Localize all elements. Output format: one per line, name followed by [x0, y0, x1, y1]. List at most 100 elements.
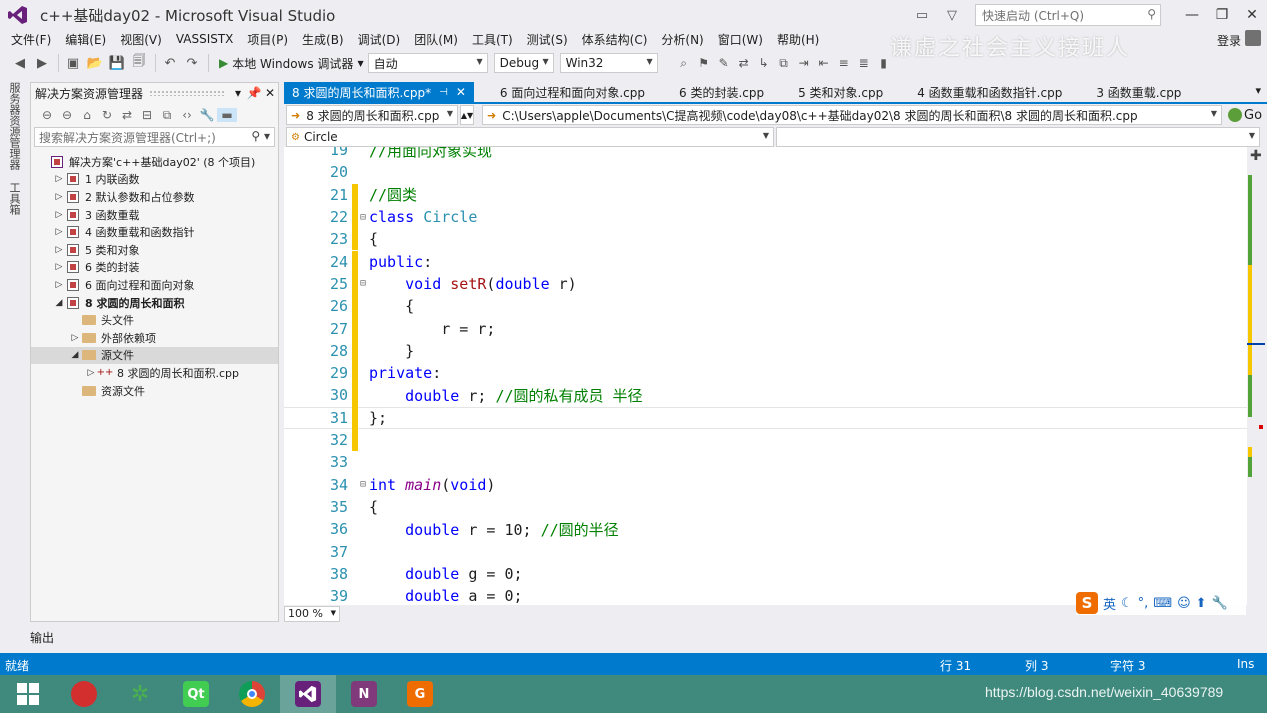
code-line[interactable]: 25 ⊟ void setR(double r) [284, 272, 1247, 296]
menu-item[interactable]: 生成(B) [295, 31, 351, 48]
taskbar-app-chrome[interactable] [224, 675, 280, 713]
indent-icon[interactable]: ⇥ [794, 56, 814, 70]
go-button[interactable]: Go [1228, 108, 1262, 123]
toolbox-tab[interactable]: 工具箱 [6, 182, 22, 215]
collapsed-chevron-icon[interactable]: ▷ [53, 280, 65, 290]
punctuation-icon[interactable]: °, [1138, 596, 1149, 611]
solution-search-input[interactable]: 搜索解决方案资源管理器(Ctrl+;) ⚲ ▾ [34, 127, 275, 147]
redo-icon[interactable]: ↷ [182, 53, 202, 73]
back-icon[interactable]: ◀ [10, 53, 30, 73]
view-code-icon[interactable]: ‹› [177, 108, 197, 122]
start-button[interactable] [0, 675, 56, 713]
code-line[interactable]: 31}; [284, 406, 1247, 429]
uncomment-icon[interactable]: ≣ [854, 56, 874, 70]
tree-item[interactable]: ▷ 2 默认参数和占位参数 [31, 188, 278, 206]
user-icon[interactable]: ☺ [1177, 596, 1191, 611]
document-tab[interactable]: 5 类和对象.cpp [790, 82, 891, 102]
navigate-icon[interactable]: ⇄ [734, 56, 754, 70]
pending-changes-icon[interactable]: ↻ [97, 108, 117, 122]
account-icon[interactable] [1245, 30, 1261, 46]
taskbar-app-record[interactable] [56, 675, 112, 713]
platform-select[interactable]: Win32 ▼ [559, 53, 658, 73]
collapsed-chevron-icon[interactable]: ▷ [53, 210, 65, 220]
code-line[interactable]: 20 [284, 161, 1247, 183]
tree-item[interactable]: ▷ 外部依赖项 [31, 329, 278, 347]
moon-icon[interactable]: ☾ [1121, 596, 1133, 611]
code-line[interactable]: 28 } [284, 339, 1247, 362]
configuration-select[interactable]: Debug ▼ [493, 53, 554, 73]
code-line[interactable]: 24 public: [284, 250, 1247, 273]
forward-icon[interactable]: ⊖ [57, 108, 77, 122]
taskbar-app-pdf[interactable]: G [392, 675, 448, 713]
tree-item[interactable]: 资源文件 [31, 382, 278, 400]
code-line[interactable]: 27 r = r; [284, 317, 1247, 340]
forward-icon[interactable]: ▶ [32, 53, 52, 73]
tree-item[interactable]: ▷ 6 面向过程和面向对象 [31, 276, 278, 294]
menu-item[interactable]: 分析(N) [654, 31, 710, 48]
start-debugging-button[interactable]: ▶ 本地 Windows 调试器 ▼ [219, 55, 364, 72]
document-tab[interactable]: 4 函数重载和函数指针.cpp [909, 82, 1070, 102]
document-tab[interactable]: 6 面向过程和面向对象.cpp [492, 82, 653, 102]
properties-icon[interactable]: 🔧 [197, 108, 217, 122]
code-line[interactable]: 33 [284, 451, 1247, 473]
menu-item[interactable]: 体系结构(C) [575, 31, 655, 48]
sync-icon[interactable]: ⇄ [117, 108, 137, 122]
code-line[interactable]: 35 { [284, 496, 1247, 518]
scope-select[interactable]: ⚙ Circle ▼ [286, 127, 774, 147]
document-tab[interactable]: 6 类的封装.cpp [671, 82, 772, 102]
home-icon[interactable]: ⌂ [77, 108, 97, 122]
collapsed-chevron-icon[interactable]: ▷ [53, 227, 65, 237]
document-tab[interactable]: 3 函数重载.cpp [1088, 82, 1189, 102]
code-line[interactable]: 38 double g = 0; [284, 563, 1247, 585]
undo-icon[interactable]: ↶ [160, 53, 180, 73]
server-explorer-tab[interactable]: 服务器资源管理器 [6, 82, 22, 170]
close-icon[interactable]: ✕ [456, 85, 466, 99]
login-link[interactable]: 登录 [1217, 32, 1241, 49]
tree-item[interactable]: ▷ 6 类的封装 [31, 259, 278, 277]
tool-icon[interactable]: ✎ [714, 56, 734, 70]
vertical-scrollbar[interactable] [1247, 147, 1267, 605]
collapse-all-icon[interactable]: ⊟ [137, 108, 157, 122]
taskbar-app-qt-designer[interactable]: ✲ [112, 675, 168, 713]
outdent-icon[interactable]: ⇤ [814, 56, 834, 70]
notifications-filter-icon[interactable]: ▽ [937, 8, 967, 23]
tree-item[interactable]: 头文件 [31, 311, 278, 329]
menu-item[interactable]: 编辑(E) [58, 31, 113, 48]
bookmark-icon[interactable]: ⚑ [694, 56, 714, 70]
comment-icon[interactable]: ≡ [834, 56, 854, 70]
restore-button[interactable]: ❐ [1207, 7, 1237, 23]
new-project-icon[interactable]: ▣ [63, 53, 83, 73]
menu-item[interactable]: VASSISTX [169, 32, 241, 46]
tree-item[interactable]: ▷ 4 函数重载和函数指针 [31, 223, 278, 241]
tree-item[interactable]: ▷ 5 类和对象 [31, 241, 278, 259]
collapsed-chevron-icon[interactable]: ▷ [53, 174, 65, 184]
wrench-icon[interactable]: 🔧 [1212, 596, 1228, 611]
back-icon[interactable]: ⊖ [37, 108, 57, 122]
collapsed-chevron-icon[interactable]: ▷ [53, 262, 65, 272]
taskbar-app-visual-studio[interactable] [280, 675, 336, 713]
code-editor[interactable]: 19//用面向对象实现 20 21//圆类 22 ⊟ class Circle 23{24 p… [284, 147, 1247, 605]
open-file-icon[interactable]: 📂 [85, 53, 105, 73]
expanded-chevron-icon[interactable]: ◢ [53, 298, 65, 308]
code-line[interactable]: 36 double r = 10; //圆的半径 [284, 518, 1247, 540]
menu-item[interactable]: 项目(P) [240, 31, 295, 48]
pin-icon[interactable]: 📌 [246, 86, 262, 100]
menu-item[interactable]: 窗口(W) [711, 31, 770, 48]
menu-item[interactable]: 调试(D) [351, 31, 408, 48]
tree-item[interactable]: ▷ ++ 8 求圆的周长和面积.cpp [31, 364, 278, 382]
file-select[interactable]: ➜ 8 求圆的周长和面积.cpp ▼ [286, 105, 458, 125]
code-line[interactable]: 32 [284, 428, 1247, 452]
fold-toggle-icon[interactable]: ⊟ [358, 278, 368, 289]
fold-toggle-icon[interactable]: ⊟ [358, 212, 368, 223]
tree-item[interactable]: ▷ 3 函数重载 [31, 206, 278, 224]
code-line[interactable]: 23 { [284, 228, 1247, 251]
collapsed-chevron-icon[interactable]: ▷ [85, 368, 97, 378]
keyboard-icon[interactable]: ⌨ [1153, 596, 1172, 611]
member-select[interactable]: ▼ [776, 127, 1260, 147]
menu-item[interactable]: 团队(M) [407, 31, 465, 48]
code-line[interactable]: 26 { [284, 295, 1247, 318]
split-arrows[interactable]: ▲▼ [460, 105, 474, 125]
menu-item[interactable]: 帮助(H) [770, 31, 826, 48]
code-line[interactable]: 30 double r; //圆的私有成员 半径 [284, 384, 1247, 407]
collapsed-chevron-icon[interactable]: ▷ [69, 333, 81, 343]
